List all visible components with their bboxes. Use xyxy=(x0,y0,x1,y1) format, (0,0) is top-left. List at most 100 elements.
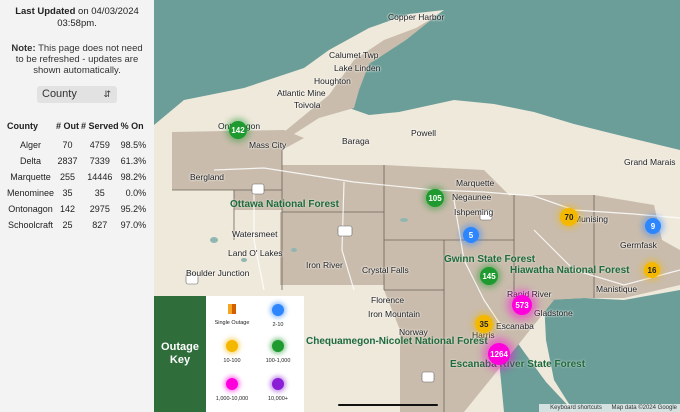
place-label: Copper Harbor xyxy=(388,12,445,22)
place-label: Calumet Twp xyxy=(329,50,379,60)
table-row: Ontonagon 142 2975 95.2% xyxy=(6,201,147,217)
place-label: Baraga xyxy=(342,136,370,146)
county-served: 7339 xyxy=(89,156,110,166)
key-label: 10-100 xyxy=(223,358,241,364)
region-select-value: County xyxy=(42,88,77,100)
place-label: Mass City xyxy=(249,140,287,150)
table-row: Delta 2837 7339 61.3% xyxy=(6,153,147,169)
county-name: Alger xyxy=(20,140,42,150)
map-data-credit: Map data ©2024 Google xyxy=(611,405,677,411)
last-updated: Last Updated on 04/03/2024 03:58pm. xyxy=(0,0,154,29)
place-label: Ishpeming xyxy=(454,207,494,217)
home-indicator xyxy=(338,404,438,406)
place-label: Germfask xyxy=(620,240,657,250)
key-item-10000-plus: 10,000+ xyxy=(254,378,302,402)
dot-icon xyxy=(226,378,238,390)
county-pct: 98.2% xyxy=(120,172,147,182)
outage-cluster[interactable]: 142 xyxy=(229,121,247,139)
county-name: Delta xyxy=(20,156,42,166)
key-label: 100-1,000 xyxy=(265,358,291,364)
county-out: 70 xyxy=(62,140,73,150)
app-root: Last Updated on 04/03/2024 03:58pm. Note… xyxy=(0,0,680,412)
chevron-updown-icon: ⇵ xyxy=(103,89,111,99)
county-table: County # Out # Served % On Alger 70 4759… xyxy=(6,121,147,233)
place-label: Negaunee xyxy=(452,192,492,202)
county-name: Schoolcraft xyxy=(8,220,54,230)
table-row: Schoolcraft 25 827 97.0% xyxy=(6,217,147,233)
place-label: Houghton xyxy=(314,76,351,86)
place-label: Munising xyxy=(574,214,609,224)
key-item-1000-10000: 1,000-10,000 xyxy=(208,378,256,402)
header-served[interactable]: # Served xyxy=(80,121,120,137)
place-label: Iron Mountain xyxy=(368,309,420,319)
key-item-100-1000: 100-1,000 xyxy=(254,340,302,364)
place-label: Iron River xyxy=(306,260,343,270)
county-served: 4759 xyxy=(89,140,110,150)
place-label: Escanaba xyxy=(496,321,534,331)
outage-cluster[interactable]: 16 xyxy=(644,262,660,278)
outage-key-title: Outage Key xyxy=(161,341,199,366)
outage-key-panel: Single Outage 2-10 10-100 100-1,000 1,00… xyxy=(206,296,304,412)
key-label: 10,000+ xyxy=(267,396,289,402)
note-label: Note: xyxy=(11,43,36,54)
place-label: Atlantic Mine xyxy=(277,88,326,98)
county-served: 35 xyxy=(94,188,105,198)
table-row: Alger 70 4759 98.5% xyxy=(6,137,147,153)
outage-cluster[interactable]: 105 xyxy=(426,189,444,207)
place-label: Bergland xyxy=(190,172,225,182)
outage-cluster[interactable]: 9 xyxy=(645,218,661,234)
place-label: Marquette xyxy=(456,178,495,188)
outage-key-tab[interactable]: Outage Key xyxy=(154,296,206,412)
place-label: Land O' Lakes xyxy=(228,248,283,258)
forest-label: Chequamegon-Nicolet National Forest xyxy=(306,336,488,347)
forest-label: Hiawatha National Forest xyxy=(510,265,630,276)
county-pct: 0.0% xyxy=(125,188,147,198)
place-label: Boulder Junction xyxy=(186,268,250,278)
forest-label: Ottawa National Forest xyxy=(230,199,339,210)
region-select[interactable]: County ⇵ xyxy=(37,86,117,103)
county-served: 2975 xyxy=(89,204,110,214)
outage-cluster[interactable]: 5 xyxy=(463,227,479,243)
dot-icon xyxy=(226,340,238,352)
keyboard-shortcuts-link[interactable]: Keyboard shortcuts xyxy=(550,405,602,411)
place-label: Toivola xyxy=(294,100,321,110)
county-out: 255 xyxy=(60,172,76,182)
county-out: 35 xyxy=(62,188,73,198)
forest-label: Gwinn State Forest xyxy=(444,254,536,265)
county-served: 14446 xyxy=(87,172,113,182)
dot-icon xyxy=(272,378,284,390)
county-pct: 98.5% xyxy=(120,140,147,150)
outage-cluster[interactable]: 35 xyxy=(475,315,493,333)
map-attribution: Keyboard shortcuts Map data ©2024 Google xyxy=(539,404,680,412)
place-label: Gladstone xyxy=(534,308,573,318)
forest-label: Escanaba River State Forest xyxy=(450,359,586,370)
last-updated-label: Last Updated xyxy=(15,6,76,17)
county-name: Marquette xyxy=(10,172,51,182)
outage-cluster[interactable]: 573 xyxy=(512,295,532,315)
key-label: 1,000-10,000 xyxy=(215,396,249,402)
outage-cluster[interactable]: 70 xyxy=(560,208,578,226)
header-pct-on[interactable]: % On xyxy=(120,121,148,137)
county-out: 142 xyxy=(60,204,76,214)
refresh-note: Note: This page does not need to be refr… xyxy=(0,29,154,76)
header-out[interactable]: # Out xyxy=(55,121,80,137)
place-label: Grand Marais xyxy=(624,157,676,167)
flag-icon xyxy=(228,304,236,314)
county-served: 827 xyxy=(92,220,108,230)
place-label: Crystal Falls xyxy=(362,265,409,275)
county-table-header: County # Out # Served % On xyxy=(6,121,147,137)
header-county[interactable]: County xyxy=(6,121,55,137)
table-row: Menominee 35 35 0.0% xyxy=(6,185,147,201)
county-out: 2837 xyxy=(57,156,78,166)
outage-cluster[interactable]: 1264 xyxy=(488,343,510,365)
dot-icon xyxy=(272,304,284,316)
key-item-single: Single Outage xyxy=(208,304,256,326)
place-label: Manistique xyxy=(596,284,638,294)
key-label: 2-10 xyxy=(272,322,284,328)
county-pct: 97.0% xyxy=(120,220,147,230)
key-item-10-100: 10-100 xyxy=(208,340,256,364)
county-pct: 61.3% xyxy=(120,156,147,166)
outage-cluster[interactable]: 145 xyxy=(480,267,498,285)
table-row: Marquette 255 14446 98.2% xyxy=(6,169,147,185)
sidebar: Last Updated on 04/03/2024 03:58pm. Note… xyxy=(0,0,154,412)
